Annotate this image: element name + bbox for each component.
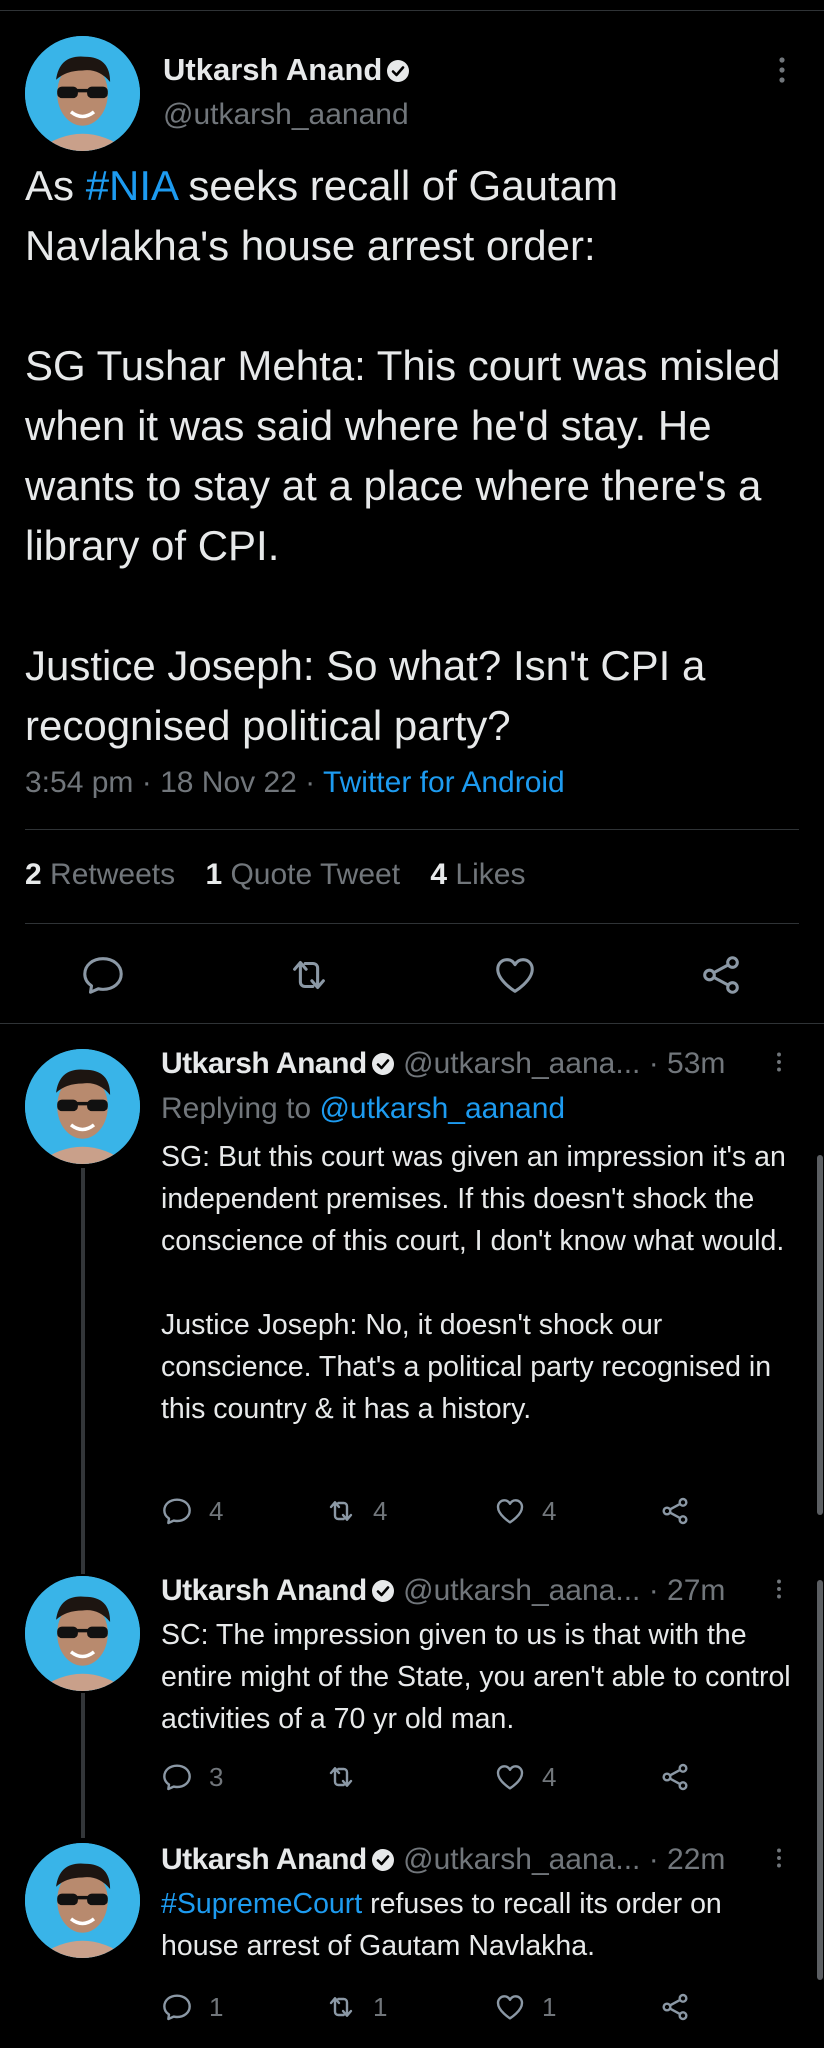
reply-header: Utkarsh Anand @utkarsh_aana... · 27m [161, 1574, 725, 1608]
thread-connector [81, 1693, 85, 1838]
replying-to: Replying to @utkarsh_aanand [161, 1092, 566, 1125]
divider [0, 1023, 824, 1024]
like-button[interactable]: 4 [494, 1494, 556, 1528]
engagement-stats: 2 Retweets 1 Quote Tweet 4 Likes [25, 858, 547, 892]
reply-icon [163, 1498, 191, 1525]
like-icon [496, 1765, 524, 1790]
share-button[interactable] [659, 1990, 691, 2024]
reply-time[interactable]: · 27m [649, 1574, 726, 1607]
avatar[interactable] [25, 1843, 140, 1958]
reply-icon [163, 1994, 191, 2021]
thread-connector [81, 1168, 85, 1574]
tweet-time[interactable]: 3:54 pm [25, 766, 133, 799]
reply-button[interactable]: 3 [161, 1760, 223, 1794]
hashtag-link[interactable]: #NIA [86, 162, 177, 209]
retweet-count: 4 [373, 1495, 388, 1526]
verified-badge-icon [371, 1579, 395, 1603]
author-handle[interactable]: @utkarsh_aana... [403, 1047, 640, 1080]
share-button[interactable] [659, 1760, 691, 1794]
like-icon [496, 1995, 524, 2020]
retweet-button[interactable]: 4 [325, 1494, 387, 1528]
retweet-button[interactable] [325, 1760, 373, 1794]
reply-text: SC: The impression given to us is that w… [161, 1619, 791, 1735]
reply-text: #SupremeCourt refuses to recall its orde… [161, 1888, 722, 1962]
share-icon [662, 1497, 688, 1525]
reply-count: 4 [209, 1495, 224, 1526]
author-name[interactable]: Utkarsh Anand [163, 52, 410, 88]
scrollbar[interactable] [817, 1155, 823, 1515]
tweet-metadata: 3:54 pm · 18 Nov 22 · Twitter for Androi… [25, 766, 565, 799]
divider [25, 923, 799, 924]
mention-link[interactable]: @utkarsh_aanand [319, 1092, 565, 1125]
hashtag-link[interactable]: #SupremeCourt [161, 1888, 362, 1920]
verified-badge-icon [371, 1052, 395, 1076]
verified-badge-icon [386, 59, 410, 83]
retweet-icon [293, 961, 325, 989]
tweet-source-link[interactable]: Twitter for Android [323, 766, 565, 799]
divider [25, 829, 799, 830]
reply-header: Utkarsh Anand @utkarsh_aana... · 53m [161, 1047, 725, 1081]
verified-badge-icon [371, 1848, 395, 1872]
scrollbar[interactable] [817, 1580, 823, 1980]
avatar[interactable] [25, 36, 140, 151]
reply-time[interactable]: · 22m [649, 1843, 726, 1876]
share-button[interactable] [698, 952, 744, 998]
reply-button[interactable]: 4 [161, 1494, 223, 1528]
like-icon [496, 958, 534, 993]
retweet-button[interactable] [286, 952, 332, 998]
tweet-text: As #NIA seeks recall of Gautam Navlakha'… [25, 162, 781, 749]
reply-text: SG: But this court was given an impressi… [161, 1141, 786, 1425]
reply-icon [163, 1764, 191, 1791]
avatar[interactable] [25, 1576, 140, 1691]
share-icon [703, 956, 739, 994]
more-options-icon[interactable] [770, 1577, 788, 1601]
top-divider [0, 10, 824, 11]
more-options-icon[interactable] [770, 1846, 788, 1870]
reply-button[interactable]: 1 [161, 1990, 223, 2024]
author-name[interactable]: Utkarsh Anand [161, 1574, 367, 1607]
retweets-stat[interactable]: 2 Retweets [25, 858, 175, 891]
author-name[interactable]: Utkarsh Anand [161, 1843, 367, 1876]
retweet-icon [329, 1997, 353, 2017]
author-handle[interactable]: @utkarsh_aana... [403, 1843, 640, 1876]
reply-count: 1 [209, 1991, 224, 2022]
like-icon [496, 1499, 524, 1524]
reply-time[interactable]: · 53m [649, 1047, 726, 1080]
tweet-date[interactable]: 18 Nov 22 [160, 766, 297, 799]
like-count: 4 [542, 1495, 557, 1526]
retweet-button[interactable]: 1 [325, 1990, 387, 2024]
like-count: 4 [542, 1761, 557, 1792]
share-icon [662, 1993, 688, 2021]
more-options-icon[interactable] [770, 55, 794, 85]
like-button[interactable] [492, 952, 538, 998]
more-options-icon[interactable] [770, 1050, 788, 1074]
retweet-icon [329, 1501, 353, 1521]
share-button[interactable] [659, 1494, 691, 1528]
avatar[interactable] [25, 1049, 140, 1164]
like-button[interactable]: 1 [494, 1990, 556, 2024]
quote-tweets-stat[interactable]: 1 Quote Tweet [205, 858, 400, 891]
share-icon [662, 1763, 688, 1791]
like-count: 1 [542, 1991, 557, 2022]
reply-header: Utkarsh Anand @utkarsh_aana... · 22m [161, 1843, 725, 1877]
author-handle[interactable]: @utkarsh_aanand [163, 98, 409, 132]
likes-stat[interactable]: 4 Likes [430, 858, 525, 891]
retweet-icon [329, 1767, 353, 1787]
reply-button[interactable] [80, 952, 126, 998]
reply-count: 3 [209, 1761, 224, 1792]
reply-icon [83, 957, 123, 994]
retweet-count: 1 [373, 1991, 388, 2022]
like-button[interactable]: 4 [494, 1760, 556, 1794]
author-name[interactable]: Utkarsh Anand [161, 1047, 367, 1080]
author-handle[interactable]: @utkarsh_aana... [403, 1574, 640, 1607]
